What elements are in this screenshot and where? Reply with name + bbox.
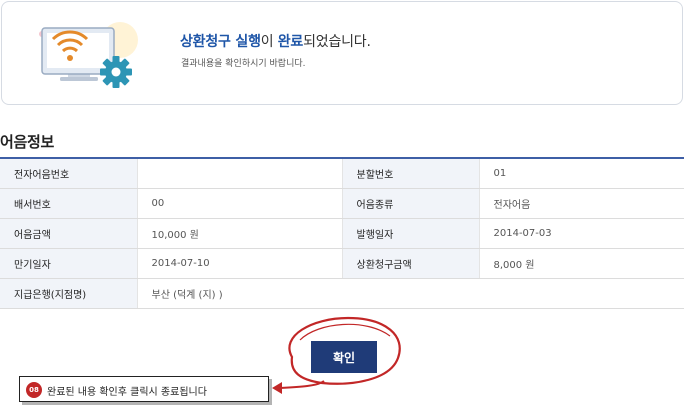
table-row: 어음금액 10,000 원 발행일자 2014-07-03 bbox=[0, 218, 684, 249]
table-row: 전자어음번호 분할번호 01 bbox=[0, 158, 684, 189]
section-title: 어음정보 bbox=[0, 133, 55, 151]
message-ending: 되었습니다. bbox=[303, 34, 371, 50]
field-value bbox=[136, 158, 342, 189]
completion-message: 상환청구 실행이 완료되었습니다. bbox=[180, 31, 371, 51]
field-value: 2014-07-10 bbox=[136, 248, 342, 279]
field-label: 상환청구금액 bbox=[341, 248, 479, 279]
field-value: 전자어음 bbox=[478, 188, 684, 219]
field-label: 발행일자 bbox=[341, 218, 479, 249]
monitor-wifi-gear-icon bbox=[39, 22, 138, 88]
pointer-arrow-line bbox=[279, 380, 325, 389]
message-highlight-action: 상환청구 실행 bbox=[180, 34, 261, 50]
annotation-text: 완료된 내용 확인후 클릭시 종료됩니다 bbox=[47, 387, 207, 398]
field-value: 01 bbox=[478, 158, 684, 189]
field-label: 전자어음번호 bbox=[0, 158, 137, 189]
field-label: 어음금액 bbox=[0, 218, 137, 249]
table-row: 지급은행(지점명) 부산 (덕계 (지) ) bbox=[0, 278, 684, 309]
confirm-button[interactable]: 확인 bbox=[311, 341, 377, 373]
field-value: 부산 (덕계 (지) ) bbox=[136, 278, 684, 309]
completion-subtitle: 결과내용을 확인하시기 바랍니다. bbox=[181, 59, 306, 69]
field-value: 00 bbox=[136, 188, 342, 219]
annotation-callout: 08 완료된 내용 확인후 클릭시 종료됩니다 bbox=[19, 376, 269, 402]
step-number-badge: 08 bbox=[26, 382, 42, 398]
field-value: 10,000 원 bbox=[136, 218, 342, 249]
field-label: 어음종류 bbox=[341, 188, 479, 219]
note-info-table: 전자어음번호 분할번호 01 배서번호 00 어음종류 전자어음 어음금액 10… bbox=[0, 157, 684, 309]
field-label: 만기일자 bbox=[0, 248, 137, 279]
table-row: 만기일자 2014-07-10 상환청구금액 8,000 원 bbox=[0, 248, 684, 279]
highlight-circle-stroke bbox=[299, 323, 391, 341]
message-particle: 이 bbox=[260, 34, 278, 50]
field-label: 배서번호 bbox=[0, 188, 137, 219]
table-row: 배서번호 00 어음종류 전자어음 bbox=[0, 188, 684, 219]
message-highlight-status: 완료 bbox=[277, 34, 304, 50]
pointer-arrow-head bbox=[272, 382, 282, 394]
field-label: 지급은행(지점명) bbox=[0, 278, 137, 309]
field-value: 2014-07-03 bbox=[478, 218, 684, 249]
field-label: 분할번호 bbox=[341, 158, 479, 189]
field-value: 8,000 원 bbox=[478, 248, 684, 279]
completion-banner: 상환청구 실행이 완료되었습니다. 결과내용을 확인하시기 바랍니다. bbox=[1, 1, 683, 105]
